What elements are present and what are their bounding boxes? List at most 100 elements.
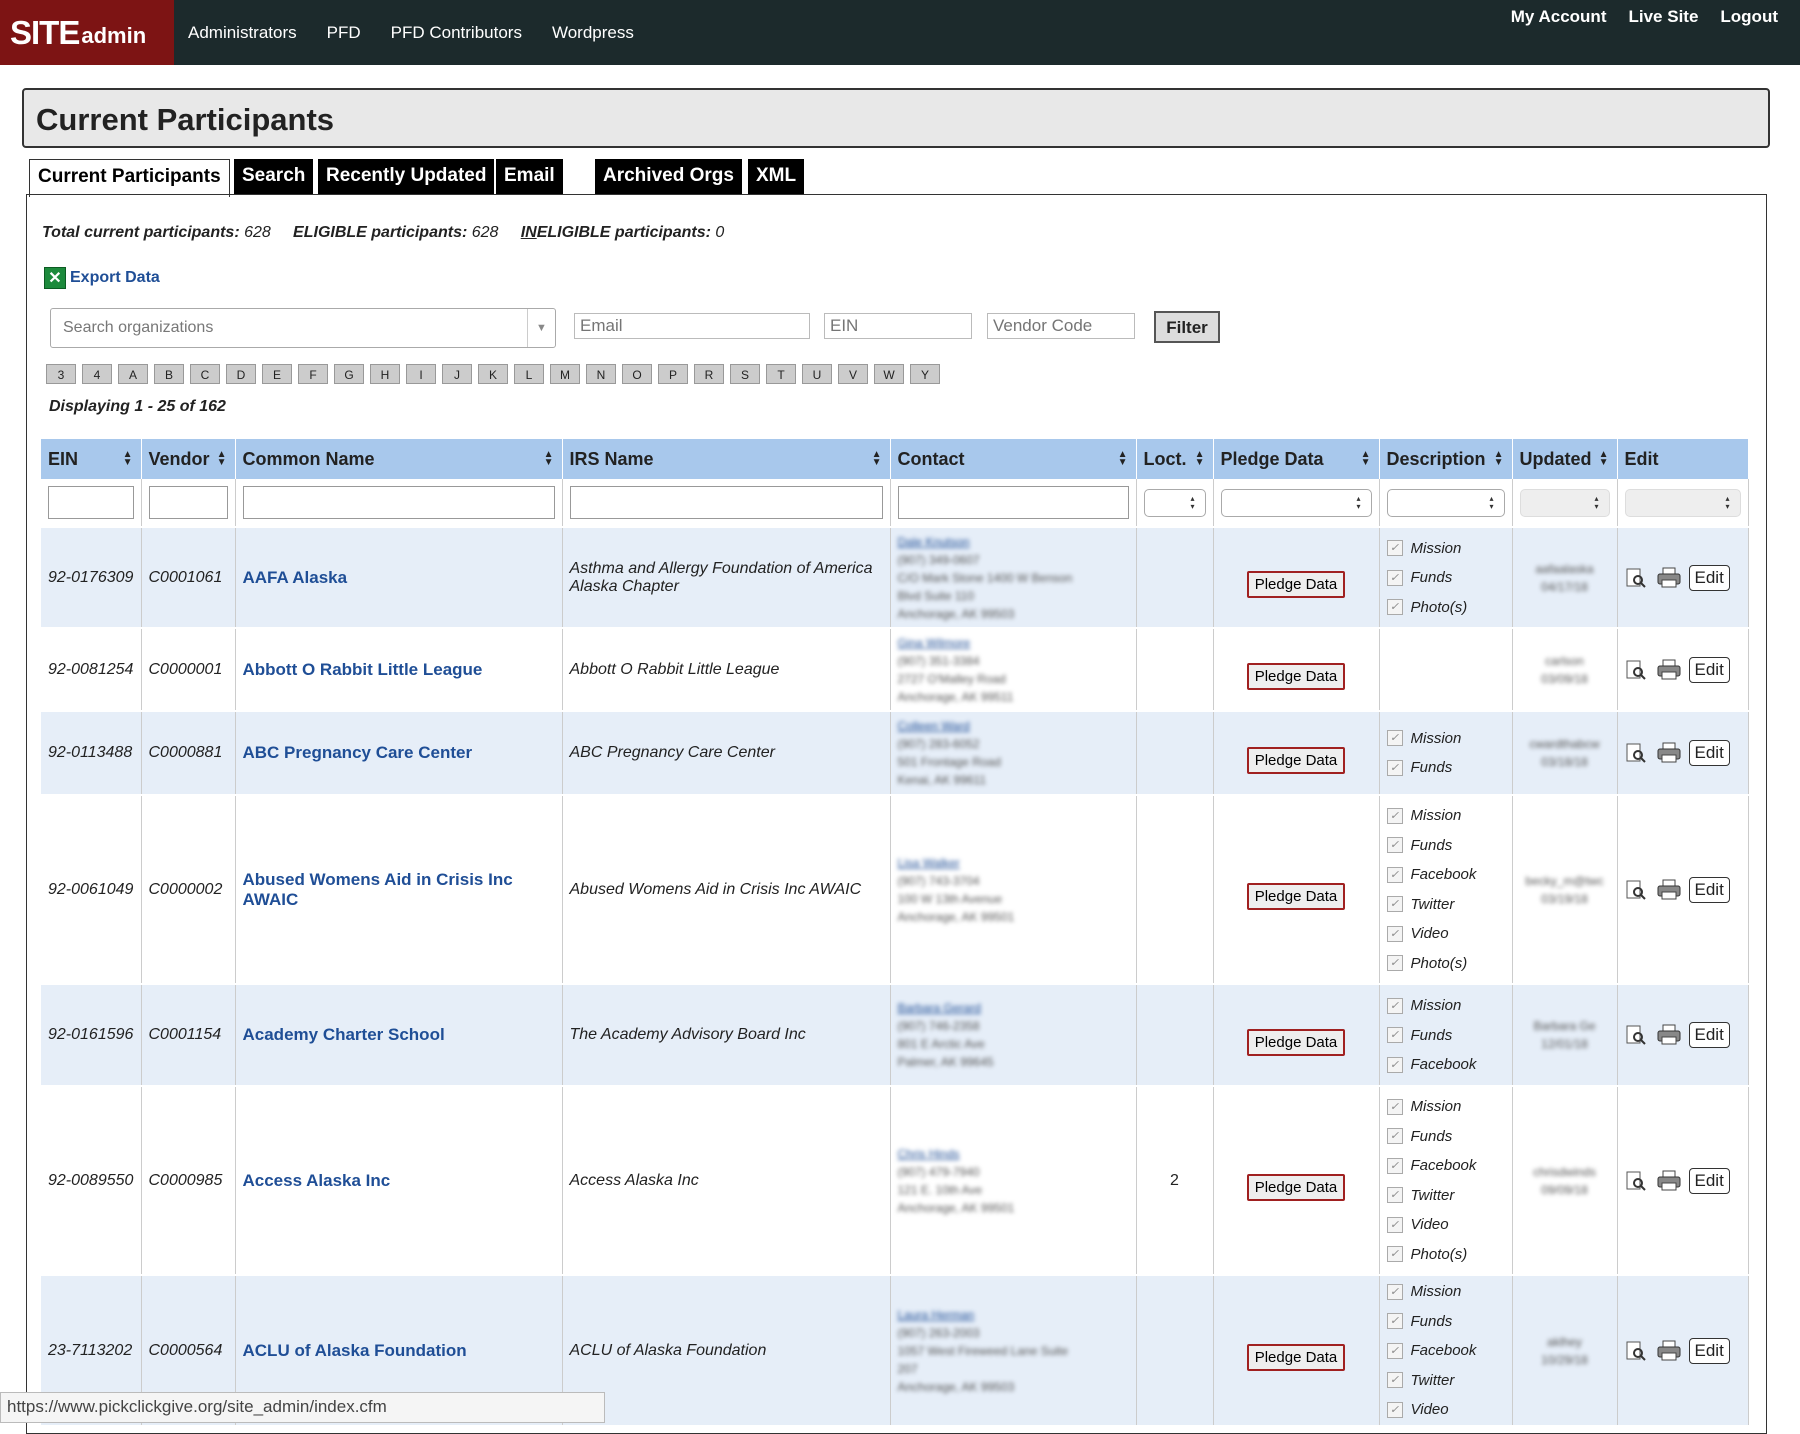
tab-search[interactable]: Search (234, 159, 314, 195)
preview-icon[interactable] (1625, 1340, 1647, 1362)
pledge-data-button[interactable]: Pledge Data (1246, 1174, 1346, 1201)
vendor-column-filter[interactable] (148, 486, 228, 519)
print-icon[interactable] (1657, 879, 1680, 901)
contact-name-link[interactable]: Barbara Gerard (898, 999, 1129, 1017)
letter-filter-button[interactable]: W (874, 364, 904, 384)
tab-email[interactable]: Email (496, 159, 563, 195)
common-name-link[interactable]: ABC Pregnancy Care Center (243, 743, 473, 762)
irs-name-column-filter[interactable] (569, 486, 883, 519)
sort-icon[interactable]: ▲ ▼ (872, 450, 882, 468)
print-icon[interactable] (1657, 659, 1680, 681)
col-vendor[interactable]: Vendor ▲ ▼ (141, 439, 236, 479)
letter-filter-button[interactable]: Y (910, 364, 940, 384)
letter-filter-button[interactable]: R (694, 364, 724, 384)
vendor-code-filter-input[interactable] (987, 313, 1135, 339)
tab-archived-orgs[interactable]: Archived Orgs (595, 159, 742, 195)
nav-pfd[interactable]: PFD (327, 23, 361, 43)
sort-icon[interactable]: ▲ ▼ (544, 450, 554, 468)
preview-icon[interactable] (1625, 1024, 1647, 1046)
tab-recently-updated[interactable]: Recently Updated (318, 159, 495, 195)
common-name-link[interactable]: ACLU of Alaska Foundation (243, 1341, 467, 1360)
print-icon[interactable] (1657, 1170, 1680, 1192)
sort-icon[interactable]: ▲ ▼ (1599, 450, 1609, 468)
letter-filter-button[interactable]: B (154, 364, 184, 384)
pledge-data-button[interactable]: Pledge Data (1246, 1344, 1346, 1371)
export-data-link[interactable]: ✕ Export Data (44, 267, 160, 289)
preview-icon[interactable] (1625, 659, 1647, 681)
col-description[interactable]: Description ▲ ▼ (1379, 439, 1513, 479)
sort-icon[interactable]: ▲ ▼ (1494, 450, 1504, 468)
contact-column-filter[interactable] (897, 486, 1129, 519)
letter-filter-button[interactable]: I (406, 364, 436, 384)
letter-filter-button[interactable]: A (118, 364, 148, 384)
letter-filter-button[interactable]: D (226, 364, 256, 384)
my-account-link[interactable]: My Account (1511, 7, 1607, 27)
logout-link[interactable]: Logout (1720, 7, 1778, 27)
sort-icon[interactable]: ▲ ▼ (1195, 450, 1205, 468)
col-irs-name[interactable]: IRS Name ▲ ▼ (562, 439, 891, 479)
loct-column-select[interactable] (1143, 488, 1206, 517)
letter-filter-button[interactable]: K (478, 364, 508, 384)
letter-filter-button[interactable]: P (658, 364, 688, 384)
edit-button[interactable]: Edit (1688, 1167, 1730, 1194)
col-ein[interactable]: EIN ▲ ▼ (41, 439, 142, 479)
pledge-data-column-select[interactable] (1220, 488, 1372, 517)
sort-icon[interactable]: ▲ ▼ (1361, 450, 1371, 468)
letter-filter-button[interactable]: S (730, 364, 760, 384)
common-name-link[interactable]: Abbott O Rabbit Little League (243, 660, 483, 679)
contact-name-link[interactable]: Gina Wilmore (898, 634, 1129, 652)
sort-icon[interactable]: ▲ ▼ (123, 450, 133, 468)
print-icon[interactable] (1657, 1340, 1680, 1362)
preview-icon[interactable] (1625, 1170, 1647, 1192)
letter-filter-button[interactable]: 4 (82, 364, 112, 384)
col-pledge-data[interactable]: Pledge Data ▲ ▼ (1213, 439, 1380, 479)
description-column-select[interactable] (1386, 488, 1505, 517)
common-name-link[interactable]: Academy Charter School (243, 1025, 445, 1044)
contact-name-link[interactable]: Laura Herman (898, 1306, 1129, 1324)
nav-administrators[interactable]: Administrators (188, 23, 297, 43)
common-name-link[interactable]: Abused Womens Aid in Crisis Inc AWAIC (243, 870, 513, 909)
pledge-data-button[interactable]: Pledge Data (1246, 883, 1346, 910)
letter-filter-button[interactable]: F (298, 364, 328, 384)
tab-current-participants[interactable]: Current Participants (29, 159, 230, 197)
ein-column-filter[interactable] (48, 486, 134, 519)
edit-button[interactable]: Edit (1688, 876, 1730, 903)
organization-search-select[interactable]: Search organizations ▼ (50, 308, 556, 348)
sort-icon[interactable]: ▲ ▼ (1118, 450, 1128, 468)
letter-filter-button[interactable]: L (514, 364, 544, 384)
nav-wordpress[interactable]: Wordpress (552, 23, 634, 43)
nav-pfd-contributors[interactable]: PFD Contributors (391, 23, 522, 43)
edit-button[interactable]: Edit (1688, 1022, 1730, 1048)
letter-filter-button[interactable]: U (802, 364, 832, 384)
col-updated[interactable]: Updated ▲ ▼ (1512, 439, 1618, 479)
contact-name-link[interactable]: Colleen Ward (898, 717, 1129, 735)
letter-filter-button[interactable]: O (622, 364, 652, 384)
letter-filter-button[interactable]: H (370, 364, 400, 384)
letter-filter-button[interactable]: M (550, 364, 580, 384)
sort-icon[interactable]: ▲ ▼ (217, 450, 227, 468)
preview-icon[interactable] (1625, 567, 1647, 589)
letter-filter-button[interactable]: E (262, 364, 292, 384)
contact-name-link[interactable]: Dale Knutson (898, 533, 1129, 551)
letter-filter-button[interactable]: V (838, 364, 868, 384)
letter-filter-button[interactable]: C (190, 364, 220, 384)
pledge-data-button[interactable]: Pledge Data (1246, 1028, 1346, 1056)
ein-filter-input[interactable] (824, 313, 972, 339)
letter-filter-button[interactable]: 3 (46, 364, 76, 384)
tab-xml[interactable]: XML (748, 159, 805, 195)
pledge-data-button[interactable]: Pledge Data (1246, 663, 1346, 690)
email-filter-input[interactable] (574, 313, 810, 339)
edit-button[interactable]: Edit (1688, 1337, 1730, 1364)
edit-button[interactable]: Edit (1688, 564, 1730, 591)
col-loct[interactable]: Loct. ▲ ▼ (1136, 439, 1214, 479)
edit-button[interactable]: Edit (1688, 740, 1730, 766)
pledge-data-button[interactable]: Pledge Data (1246, 746, 1346, 774)
col-contact[interactable]: Contact ▲ ▼ (890, 439, 1137, 479)
contact-name-link[interactable]: Chris Hinds (898, 1145, 1129, 1163)
print-icon[interactable] (1657, 1024, 1680, 1046)
common-name-link[interactable]: AAFA Alaska (243, 568, 348, 587)
edit-button[interactable]: Edit (1688, 656, 1730, 683)
site-admin-logo[interactable]: SITE admin (0, 0, 174, 65)
preview-icon[interactable] (1625, 879, 1647, 901)
print-icon[interactable] (1657, 742, 1680, 764)
